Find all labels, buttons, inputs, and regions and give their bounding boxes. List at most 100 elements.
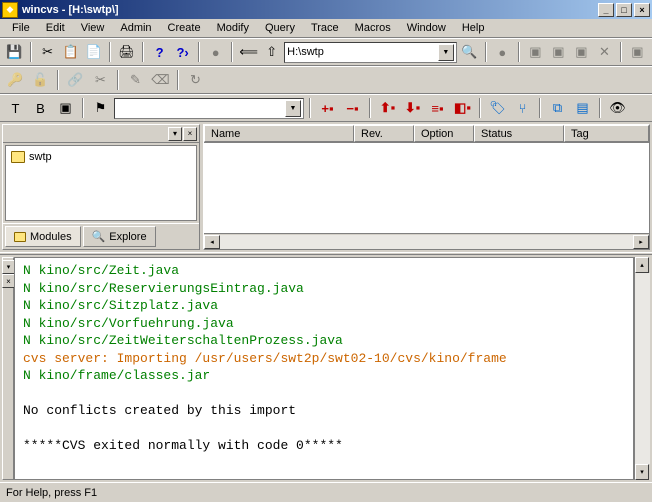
scroll-up-icon[interactable]: ▴ xyxy=(635,257,649,273)
commit-icon[interactable]: ⬆▪ xyxy=(376,97,399,119)
branch-icon[interactable]: ⑂ xyxy=(511,97,534,119)
lower-pane: ▾ × N kino/src/Zeit.javaN kino/src/Reser… xyxy=(0,255,652,482)
console-line: N kino/src/Vorfuehrung.java xyxy=(23,315,625,333)
filter-input[interactable] xyxy=(117,102,285,114)
col-name[interactable]: Name xyxy=(204,125,354,142)
scroll-down-icon[interactable]: ▾ xyxy=(635,464,649,480)
select-mode-icon[interactable]: ▣ xyxy=(54,97,77,119)
workspace: ▾ × swtp Modules 🔍 Explore xyxy=(0,122,652,482)
find-icon[interactable]: 🔍 xyxy=(459,41,480,63)
console-gutter: ▾ × xyxy=(2,257,14,480)
console-line: N kino/src/Zeit.java xyxy=(23,262,625,280)
update-icon[interactable]: ⬇▪ xyxy=(401,97,424,119)
text-mode-icon[interactable]: T xyxy=(4,97,27,119)
menu-help[interactable]: Help xyxy=(454,20,493,36)
col-status[interactable]: Status xyxy=(474,125,564,142)
tool-c-icon: ▣ xyxy=(571,41,592,63)
menu-admin[interactable]: Admin xyxy=(112,20,159,36)
toolbar-secondary: 🔑 🔓 🔗 ✂ ✎ ⌫ ↻ xyxy=(0,66,652,94)
tool-e-icon: ▣ xyxy=(627,41,648,63)
flag-icon[interactable]: ⚑ xyxy=(89,97,112,119)
menu-view[interactable]: View xyxy=(73,20,113,36)
col-rev[interactable]: Rev. xyxy=(354,125,414,142)
refresh-icon: ↻ xyxy=(184,69,207,91)
pane-menu-icon[interactable]: ▾ xyxy=(168,127,182,141)
hscroll-track[interactable] xyxy=(220,235,633,249)
tool-b-icon: ▣ xyxy=(548,41,569,63)
path-input[interactable] xyxy=(287,46,438,58)
col-option[interactable]: Option xyxy=(414,125,474,142)
tab-modules[interactable]: Modules xyxy=(5,226,81,247)
tool-a-icon: ▣ xyxy=(525,41,546,63)
unlink-icon: ✂ xyxy=(89,69,112,91)
console-line: N kino/src/ReservierungsEintrag.java xyxy=(23,280,625,298)
folder-icon xyxy=(14,232,26,242)
cut-icon[interactable]: ✂ xyxy=(37,41,58,63)
context-help-icon[interactable]: ?› xyxy=(172,41,193,63)
menu-create[interactable]: Create xyxy=(160,20,209,36)
console-line: *****CVS exited normally with code 0****… xyxy=(23,437,625,455)
filter-dropdown-icon[interactable]: ▼ xyxy=(285,100,301,117)
output-console[interactable]: N kino/src/Zeit.javaN kino/src/Reservier… xyxy=(14,257,634,480)
record-icon: ● xyxy=(492,41,513,63)
maximize-button[interactable]: □ xyxy=(616,3,632,17)
window-title: wincvs - [H:\swtp\] xyxy=(22,4,596,16)
tab-modules-label: Modules xyxy=(30,231,72,243)
path-combo[interactable]: ▼ xyxy=(284,42,457,63)
filter-combo[interactable]: ▼ xyxy=(114,98,304,119)
paste-icon[interactable]: 📄 xyxy=(83,41,104,63)
statusbar: For Help, press F1 xyxy=(0,482,652,502)
hscrollbar[interactable]: ◂ ▸ xyxy=(204,233,649,249)
file-list[interactable] xyxy=(204,143,649,233)
binary-mode-icon[interactable]: B xyxy=(29,97,52,119)
menu-trace[interactable]: Trace xyxy=(303,20,347,36)
menu-edit[interactable]: Edit xyxy=(38,20,73,36)
vscroll-track[interactable] xyxy=(635,273,650,464)
help-icon[interactable]: ? xyxy=(149,41,170,63)
menu-macros[interactable]: Macros xyxy=(347,20,399,36)
menu-modify[interactable]: Modify xyxy=(209,20,257,36)
tag-icon[interactable]: 🏷 xyxy=(486,97,509,119)
save-icon[interactable]: 💾 xyxy=(4,41,25,63)
copy-icon[interactable]: 📋 xyxy=(60,41,81,63)
module-tree[interactable]: swtp xyxy=(5,145,197,221)
key-icon: 🔑 xyxy=(4,69,27,91)
close-button[interactable]: × xyxy=(634,3,650,17)
path-dropdown-icon[interactable]: ▼ xyxy=(438,44,454,61)
app-icon: ◆ xyxy=(2,2,18,18)
minimize-button[interactable]: _ xyxy=(598,3,614,17)
console-line: cvs server: Importing /usr/users/swt2p/s… xyxy=(23,350,625,368)
menu-window[interactable]: Window xyxy=(399,20,454,36)
up-icon[interactable]: ⇧ xyxy=(261,41,282,63)
menu-file[interactable]: File xyxy=(4,20,38,36)
col-tag[interactable]: Tag xyxy=(564,125,649,142)
log-icon[interactable]: ◧▪ xyxy=(451,97,474,119)
tree-item-label: swtp xyxy=(29,151,52,163)
explore-icon: 🔍 xyxy=(92,230,106,243)
graph-icon[interactable]: ⧉ xyxy=(546,97,569,119)
unlock-icon: 🔓 xyxy=(29,69,52,91)
console-line: N kino/src/Sitzplatz.java xyxy=(23,297,625,315)
print-icon[interactable]: 🖨 xyxy=(116,41,137,63)
back-icon[interactable]: ⟸ xyxy=(238,41,259,63)
remove-icon[interactable]: −▪ xyxy=(341,97,364,119)
toolbar-main: 💾 ✂ 📋 📄 🖨 ? ?› ● ⟸ ⇧ ▼ 🔍 ● ▣ ▣ ▣ ✕ ▣ xyxy=(0,38,652,66)
pane-close-icon[interactable]: × xyxy=(183,127,197,141)
tab-explore[interactable]: 🔍 Explore xyxy=(83,226,156,247)
menu-query[interactable]: Query xyxy=(257,20,303,36)
menubar: File Edit View Admin Create Modify Query… xyxy=(0,19,652,38)
console-line xyxy=(23,420,625,438)
add-icon[interactable]: +▪ xyxy=(316,97,339,119)
left-tabs: Modules 🔍 Explore xyxy=(3,223,199,249)
console-line: N kino/frame/classes.jar xyxy=(23,367,625,385)
watch-icon[interactable]: 👁 xyxy=(606,97,629,119)
link-icon: 🔗 xyxy=(64,69,87,91)
scroll-left-icon[interactable]: ◂ xyxy=(204,235,220,249)
tree-item-swtp[interactable]: swtp xyxy=(10,150,192,164)
status-text: For Help, press F1 xyxy=(6,487,97,499)
diff-icon[interactable]: ≡▪ xyxy=(426,97,449,119)
scroll-right-icon[interactable]: ▸ xyxy=(633,235,649,249)
file-list-header: Name Rev. Option Status Tag xyxy=(204,125,649,143)
status-icon[interactable]: ▤ xyxy=(571,97,594,119)
vscrollbar[interactable]: ▴ ▾ xyxy=(634,257,650,480)
